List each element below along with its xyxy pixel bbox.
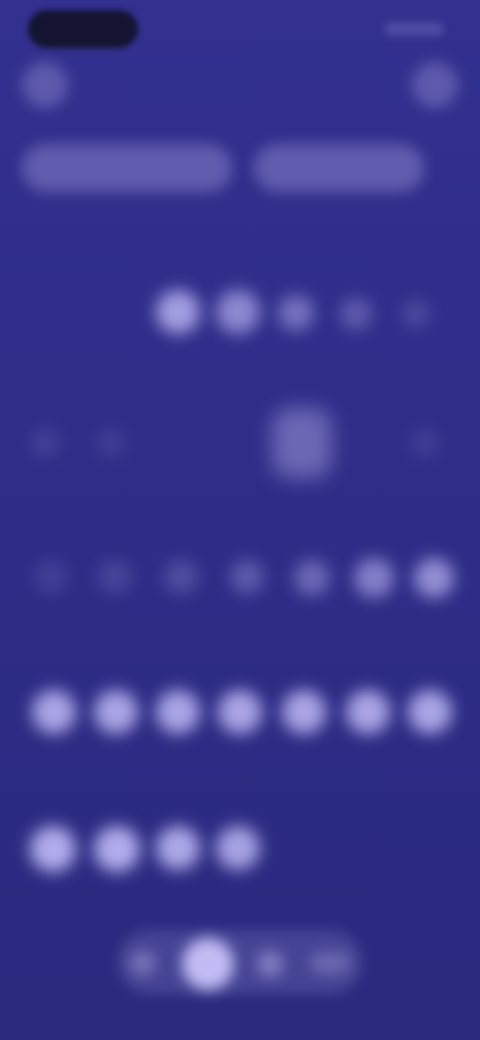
tab-second[interactable] bbox=[254, 144, 424, 192]
circle-item[interactable] bbox=[278, 295, 314, 331]
settings-icon[interactable] bbox=[310, 952, 350, 974]
circle-item[interactable] bbox=[340, 298, 372, 330]
tab-bar bbox=[22, 144, 458, 192]
circle-item[interactable] bbox=[30, 428, 60, 458]
menu-icon[interactable]: menu-icon bbox=[22, 62, 68, 108]
tab-first[interactable] bbox=[22, 144, 232, 192]
circle-item[interactable] bbox=[156, 290, 200, 334]
featured-card[interactable] bbox=[272, 408, 332, 478]
circle-item[interactable] bbox=[410, 428, 440, 458]
circle-item[interactable] bbox=[98, 560, 132, 594]
circle-item[interactable] bbox=[216, 290, 260, 334]
circle-item[interactable] bbox=[230, 560, 264, 594]
circle-item[interactable] bbox=[34, 560, 68, 594]
circle-item[interactable] bbox=[218, 690, 262, 734]
circle-item[interactable] bbox=[94, 690, 138, 734]
circle-item[interactable] bbox=[96, 428, 126, 458]
home-icon[interactable] bbox=[130, 950, 156, 976]
circle-item[interactable] bbox=[156, 826, 200, 870]
circle-item[interactable] bbox=[94, 826, 140, 872]
circle-item[interactable] bbox=[346, 690, 390, 734]
status-indicators bbox=[384, 22, 444, 36]
active-item-icon[interactable] bbox=[182, 938, 234, 990]
circle-item[interactable] bbox=[408, 690, 452, 734]
circle-item[interactable] bbox=[402, 300, 430, 328]
circle-item[interactable] bbox=[414, 558, 454, 598]
circle-item[interactable] bbox=[32, 690, 76, 734]
circle-item[interactable] bbox=[164, 560, 198, 594]
circle-item[interactable] bbox=[216, 826, 260, 870]
circle-item[interactable] bbox=[294, 560, 330, 596]
circle-item[interactable] bbox=[156, 690, 200, 734]
circle-item[interactable] bbox=[354, 558, 394, 598]
circle-item[interactable] bbox=[282, 690, 326, 734]
profile-icon[interactable]: profile-icon bbox=[412, 62, 458, 108]
search-icon[interactable] bbox=[256, 950, 284, 978]
status-bar-pill bbox=[28, 10, 138, 48]
circle-item[interactable] bbox=[30, 826, 76, 872]
